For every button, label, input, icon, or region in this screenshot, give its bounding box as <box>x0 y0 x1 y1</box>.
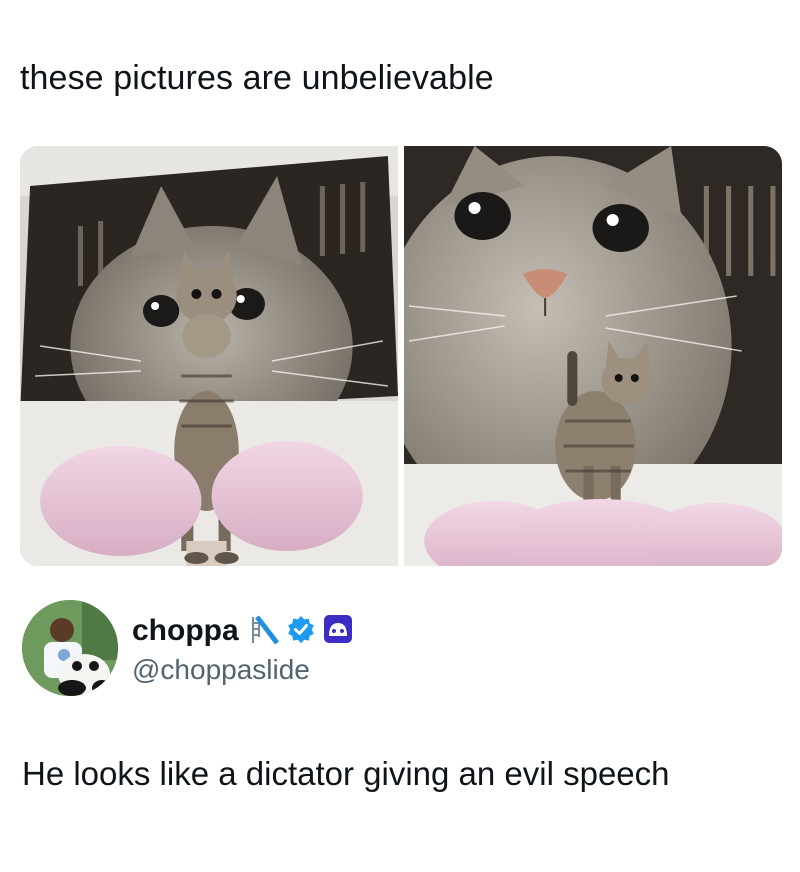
cat-photo-right-image <box>404 146 782 566</box>
cat-photo-left[interactable] <box>20 146 398 566</box>
cat-photo-left-image <box>20 146 398 566</box>
avatar[interactable] <box>22 600 118 696</box>
name-row: choppa <box>132 614 353 648</box>
user-info: choppa @choppaslide <box>132 614 353 688</box>
post-caption: these pictures are unbelievable <box>20 59 494 97</box>
tweet-header: choppa @choppaslide <box>22 600 353 696</box>
display-name[interactable]: choppa <box>132 614 239 648</box>
user-handle[interactable]: @choppaslide <box>132 652 353 688</box>
photo-grid[interactable] <box>20 146 782 566</box>
tweet-text: He looks like a dictator giving an evil … <box>22 755 670 792</box>
verified-badge-icon[interactable] <box>287 615 315 648</box>
slide-emoji-icon <box>247 613 279 650</box>
avatar-image <box>22 600 118 696</box>
cat-photo-right[interactable] <box>404 146 782 566</box>
game-controller-badge-icon[interactable] <box>323 614 353 649</box>
